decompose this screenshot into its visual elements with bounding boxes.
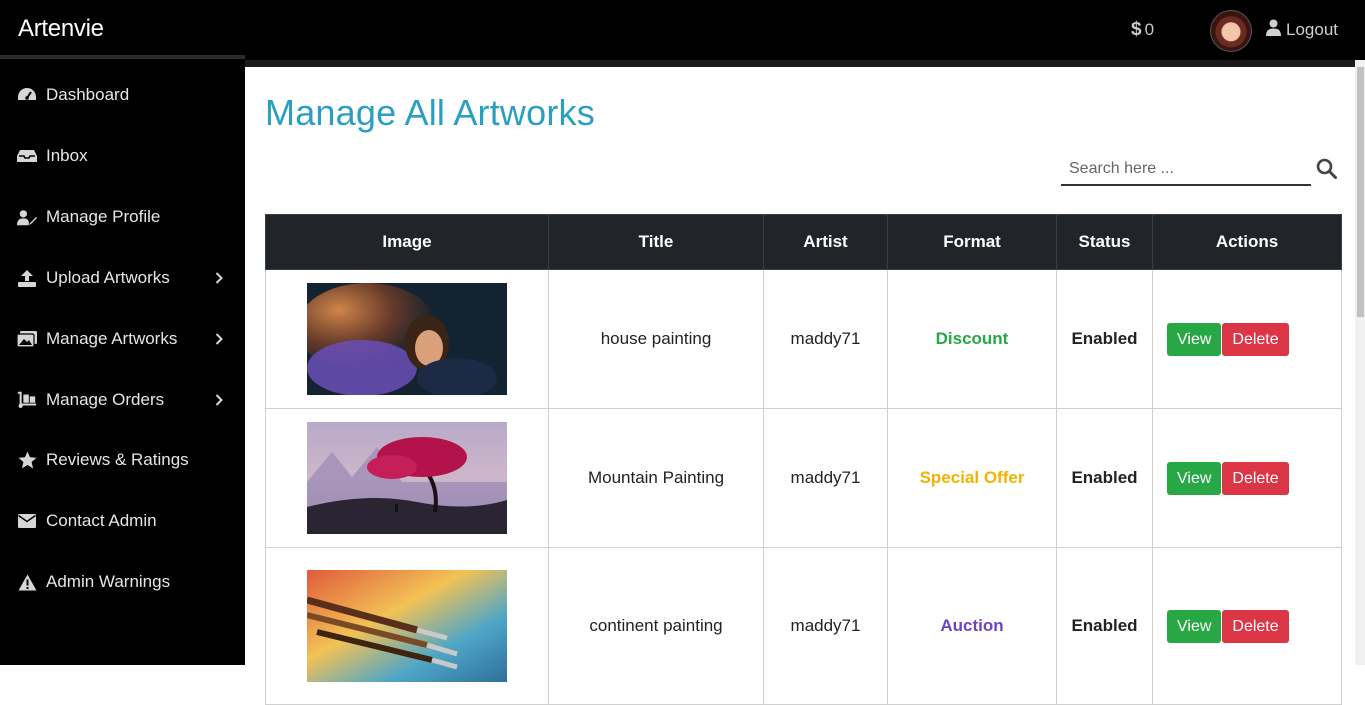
artwork-thumbnail[interactable] — [307, 422, 507, 534]
table-row: continent painting maddy71 Auction Enabl… — [265, 547, 1342, 705]
scrollbar-thumb[interactable] — [1357, 67, 1364, 317]
artwork-image-cell — [265, 408, 549, 548]
column-header-status: Status — [1056, 214, 1153, 270]
artwork-title: house painting — [548, 269, 764, 409]
sidebar-item-manage-profile[interactable]: Manage Profile — [0, 195, 245, 239]
sidebar-item-label: Dashboard — [46, 85, 130, 104]
artwork-title: Mountain Painting — [548, 408, 764, 548]
artwork-artist: maddy71 — [763, 269, 888, 409]
artwork-format: Auction — [887, 547, 1057, 705]
dashboard-icon — [17, 85, 37, 105]
sidebar-item-admin-warnings[interactable]: Admin Warnings — [0, 560, 245, 604]
artwork-status: Enabled — [1056, 269, 1153, 409]
warning-icon — [17, 572, 37, 592]
content-header-bar — [245, 60, 1355, 67]
sidebar-item-reviews-ratings[interactable]: Reviews & Ratings — [0, 438, 245, 482]
sidebar-item-label: Inbox — [46, 146, 88, 165]
search-icon[interactable] — [1316, 158, 1338, 185]
view-button[interactable]: View — [1167, 461, 1222, 495]
images-icon — [17, 329, 37, 349]
sidebar-item-upload-artworks[interactable]: Upload Artworks — [0, 256, 245, 300]
dolly-icon — [17, 390, 37, 410]
inbox-icon — [17, 146, 37, 166]
artwork-actions: View Delete — [1152, 547, 1342, 705]
dollar-icon: $ — [1131, 19, 1142, 40]
view-button[interactable]: View — [1167, 322, 1222, 356]
brand-logo[interactable]: Artenvie — [18, 15, 104, 43]
table-row: house painting maddy71 Discount Enabled … — [265, 269, 1342, 409]
chevron-right-icon — [215, 391, 223, 411]
table-header-row: Image Title Artist Format Status Actions — [265, 214, 1342, 270]
logout-button[interactable]: Logout — [1266, 19, 1338, 41]
sidebar-item-label: Manage Orders — [46, 390, 165, 409]
column-header-artist: Artist — [763, 214, 888, 270]
artwork-format: Special Offer — [887, 408, 1057, 548]
upload-icon — [17, 268, 37, 288]
artworks-table: Image Title Artist Format Status Actions — [265, 214, 1342, 705]
column-header-actions: Actions — [1152, 214, 1342, 270]
view-button[interactable]: View — [1167, 609, 1222, 643]
sidebar-item-label: Reviews & Ratings — [46, 450, 189, 469]
delete-button[interactable]: Delete — [1222, 461, 1289, 495]
artwork-image-cell — [265, 269, 549, 409]
user-icon — [1266, 19, 1281, 41]
artwork-artist: maddy71 — [763, 547, 888, 705]
artwork-image-cell — [265, 547, 549, 705]
chevron-right-icon — [215, 330, 223, 350]
sidebar-item-label: Manage Artworks — [46, 329, 178, 348]
artwork-actions: View Delete — [1152, 269, 1342, 409]
chevron-right-icon — [215, 269, 223, 289]
sidebar-item-label: Admin Warnings — [46, 572, 171, 591]
delete-button[interactable]: Delete — [1222, 322, 1289, 356]
envelope-icon — [17, 511, 37, 531]
sidebar-item-dashboard[interactable]: Dashboard — [0, 73, 245, 117]
sidebar-item-label: Upload Artworks — [46, 268, 170, 287]
artwork-status: Enabled — [1056, 408, 1153, 548]
sidebar-item-label: Manage Profile — [46, 207, 161, 226]
artwork-thumbnail[interactable] — [307, 283, 507, 395]
artwork-artist: maddy71 — [763, 408, 888, 548]
sidebar-item-label: Contact Admin — [46, 511, 157, 530]
balance-value: 0 — [1144, 20, 1155, 39]
artwork-format: Discount — [887, 269, 1057, 409]
brand-divider — [0, 55, 245, 59]
artwork-title: continent painting — [548, 547, 764, 705]
delete-button[interactable]: Delete — [1222, 609, 1289, 643]
user-edit-icon — [17, 207, 37, 227]
artwork-thumbnail[interactable] — [307, 570, 507, 682]
artwork-actions: View Delete — [1152, 408, 1342, 548]
column-header-title: Title — [548, 214, 764, 270]
logout-label: Logout — [1286, 20, 1338, 39]
table-row: Mountain Painting maddy71 Special Offer … — [265, 408, 1342, 548]
column-header-image: Image — [265, 214, 549, 270]
page-title: Manage All Artworks — [265, 92, 595, 133]
search-input[interactable] — [1061, 153, 1311, 186]
column-header-format: Format — [887, 214, 1057, 270]
balance-display[interactable]: $0 — [1131, 19, 1154, 41]
sidebar-item-contact-admin[interactable]: Contact Admin — [0, 499, 245, 543]
sidebar-item-inbox[interactable]: Inbox — [0, 134, 245, 178]
avatar[interactable] — [1210, 10, 1252, 52]
sidebar: Dashboard Inbox Manage Profile Upload Ar… — [0, 60, 245, 665]
sidebar-item-manage-artworks[interactable]: Manage Artworks — [0, 317, 245, 361]
artwork-status: Enabled — [1056, 547, 1153, 705]
top-navbar: Artenvie $0 Logout — [0, 0, 1365, 60]
sidebar-item-manage-orders[interactable]: Manage Orders — [0, 378, 245, 422]
star-icon — [17, 450, 37, 470]
